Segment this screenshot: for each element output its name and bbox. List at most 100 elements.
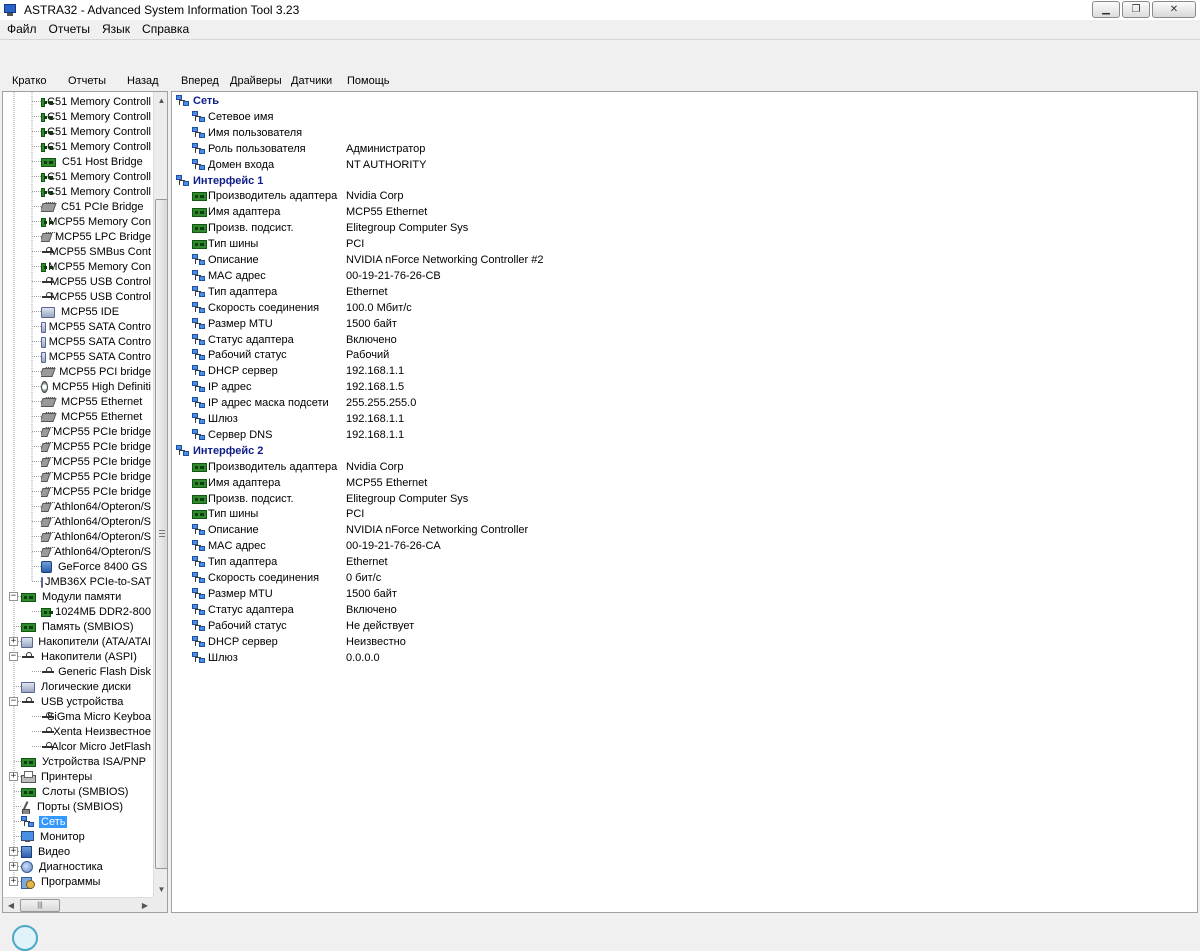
tree-vertical-scrollbar[interactable]: ▲ ▼ [153, 92, 167, 897]
toolbar-sensors-button[interactable]: Датчики [291, 75, 332, 87]
tree-item[interactable]: MCP55 Memory Con [41, 259, 153, 274]
property-row[interactable]: Описание NVIDIA nForce Networking Control… [172, 522, 1192, 538]
property-row[interactable]: Тип шины PCI [172, 236, 1192, 252]
property-row[interactable]: Тип адаптера Ethernet [172, 554, 1192, 570]
property-row[interactable]: MAC адрес 00-19-21-76-26-CB [172, 268, 1192, 284]
tree-item[interactable]: MCP55 Ethernet [41, 409, 153, 424]
tree-item[interactable]: MCP55 SMBus Cont [41, 244, 153, 259]
property-row[interactable]: Произв. подсист. Elitegroup Computer Sys [172, 491, 1192, 507]
tree-item[interactable]: MCP55 LPC Bridge [41, 229, 153, 244]
menu-help[interactable]: Справка [141, 22, 190, 36]
tree-item[interactable]: Сеть [21, 814, 153, 829]
tree-item[interactable]: MCP55 USB Control [41, 289, 153, 304]
scroll-left-arrow-icon[interactable]: ◀ [3, 898, 19, 912]
tree-item[interactable]: Логические диски [21, 679, 153, 694]
tree-item[interactable]: C51 Host Bridge [41, 154, 153, 169]
property-row[interactable]: Имя адаптера MCP55 Ethernet [172, 475, 1192, 491]
property-row[interactable]: Имя адаптера MCP55 Ethernet [172, 204, 1192, 220]
section-header[interactable]: Интерфейс 1 [172, 173, 1192, 189]
expand-icon[interactable]: + [9, 636, 18, 646]
menu-file[interactable]: Файл [6, 22, 38, 36]
tree-item[interactable]: C51 Memory Controll [41, 139, 153, 154]
tree-item[interactable]: Athlon64/Opteron/S [41, 499, 153, 514]
tree-item[interactable]: Alcor Micro JetFlash [41, 739, 153, 754]
expand-icon[interactable]: + [9, 876, 18, 886]
close-button[interactable]: ✕ [1152, 1, 1196, 18]
property-row[interactable]: Тип адаптера Ethernet [172, 284, 1192, 300]
tree-item[interactable]: Athlon64/Opteron/S [41, 514, 153, 529]
property-row[interactable]: Роль пользователя Администратор [172, 141, 1192, 157]
tree-item[interactable]: Накопители (ASPI) [21, 649, 153, 664]
property-row[interactable]: MAC адрес 00-19-21-76-26-CA [172, 538, 1192, 554]
tree-item[interactable]: Модули памяти [21, 589, 153, 604]
tree-item[interactable]: JMB36X PCIe-to-SAT [41, 574, 153, 589]
toolbar-forward-button[interactable]: Вперед [181, 75, 219, 87]
tree-horizontal-scrollbar[interactable]: ◀ ||| ▶ [3, 897, 153, 912]
collapse-icon[interactable]: − [9, 651, 18, 661]
property-row[interactable]: Статус адаптера Включено [172, 602, 1192, 618]
tree-item[interactable]: MCP55 PCIe bridge [41, 424, 153, 439]
menu-reports[interactable]: Отчеты [48, 22, 91, 36]
scrollbar-thumb[interactable] [155, 199, 167, 869]
tree-item[interactable]: MCP55 SATA Contro [41, 334, 153, 349]
property-row[interactable]: DHCP сервер Неизвестно [172, 634, 1192, 650]
tree-item[interactable]: Слоты (SMBIOS) [21, 784, 153, 799]
property-row[interactable]: Сетевое имя [172, 109, 1192, 125]
tree-item[interactable]: Athlon64/Opteron/S [41, 529, 153, 544]
expand-icon[interactable]: + [9, 861, 18, 871]
tree-item[interactable]: Устройства ISA/PNP [21, 754, 153, 769]
property-row[interactable]: Производитель адаптера Nvidia Corp [172, 188, 1192, 204]
property-row[interactable]: Домен входа NT AUTHORITY [172, 157, 1192, 173]
tree-item[interactable]: Программы [21, 874, 153, 889]
property-row[interactable]: Описание NVIDIA nForce Networking Control… [172, 252, 1192, 268]
section-header[interactable]: Интерфейс 2 [172, 443, 1192, 459]
property-row[interactable]: Статус адаптера Включено [172, 332, 1192, 348]
tree-item[interactable]: SiGma Micro Keyboa [41, 709, 153, 724]
section-header[interactable]: Сеть [172, 93, 1192, 109]
title-bar[interactable]: ASTRA32 - Advanced System Information To… [0, 0, 1200, 20]
property-row[interactable]: IP адрес 192.168.1.5 [172, 379, 1192, 395]
tree-item[interactable]: C51 Memory Controll [41, 169, 153, 184]
tree-item[interactable]: Xenta Неизвестное [41, 724, 153, 739]
expand-icon[interactable]: + [9, 846, 18, 856]
toolbar-help-button[interactable]: Помощь [347, 75, 390, 87]
tree-item[interactable]: MCP55 PCIe bridge [41, 454, 153, 469]
property-row[interactable]: Размер MTU 1500 байт [172, 586, 1192, 602]
scroll-up-arrow-icon[interactable]: ▲ [154, 92, 167, 108]
collapse-icon[interactable]: − [9, 696, 18, 706]
tree-item[interactable]: MCP55 Memory Con [41, 214, 153, 229]
menu-language[interactable]: Язык [101, 22, 131, 36]
property-row[interactable]: Размер MTU 1500 байт [172, 316, 1192, 332]
toolbar-drivers-button[interactable]: Драйверы [230, 75, 282, 87]
tree-item[interactable]: C51 PCIe Bridge [41, 199, 153, 214]
property-row[interactable]: Шлюз 0.0.0.0 [172, 650, 1192, 666]
scrollbar-thumb[interactable]: ||| [20, 899, 60, 912]
device-tree[interactable]: C51 Memory Controll C51 Memory Controll C5… [2, 91, 168, 913]
tree-item[interactable]: MCP55 PCIe bridge [41, 484, 153, 499]
expand-icon[interactable]: + [9, 771, 18, 781]
tree-item[interactable]: MCP55 Ethernet [41, 394, 153, 409]
restore-button[interactable]: ❐ [1122, 1, 1150, 18]
property-row[interactable]: Рабочий статус Не действует [172, 618, 1192, 634]
property-row[interactable]: Производитель адаптера Nvidia Corp [172, 459, 1192, 475]
tree-item[interactable]: MCP55 PCIe bridge [41, 439, 153, 454]
tree-item[interactable]: GeForce 8400 GS [41, 559, 153, 574]
tree-item[interactable]: Диагностика [21, 859, 153, 874]
tree-item[interactable]: Принтеры [21, 769, 153, 784]
scroll-down-arrow-icon[interactable]: ▼ [154, 881, 167, 897]
tree-item[interactable]: Видео [21, 844, 153, 859]
tree-item[interactable]: MCP55 PCIe bridge [41, 469, 153, 484]
details-panel[interactable]: Сеть Сетевое имя Имя пользователя Роль поль… [171, 91, 1198, 913]
property-row[interactable]: Тип шины PCI [172, 506, 1192, 522]
minimize-button[interactable]: ▁ [1092, 1, 1120, 18]
toolbar-reports-button[interactable]: Отчеты [68, 75, 106, 87]
tree-item[interactable]: Накопители (ATA/ATAI [21, 634, 153, 649]
property-row[interactable]: Сервер DNS 192.168.1.1 [172, 427, 1192, 443]
property-row[interactable]: Шлюз 192.168.1.1 [172, 411, 1192, 427]
tree-item[interactable]: 1024МБ DDR2-800 [41, 604, 153, 619]
tree-item[interactable]: C51 Memory Controll [41, 109, 153, 124]
property-row[interactable]: Произв. подсист. Elitegroup Computer Sys [172, 220, 1192, 236]
tree-item[interactable]: Порты (SMBIOS) [21, 799, 153, 814]
tree-item[interactable]: MCP55 SATA Contro [41, 319, 153, 334]
tree-item[interactable]: C51 Memory Controll [41, 94, 153, 109]
